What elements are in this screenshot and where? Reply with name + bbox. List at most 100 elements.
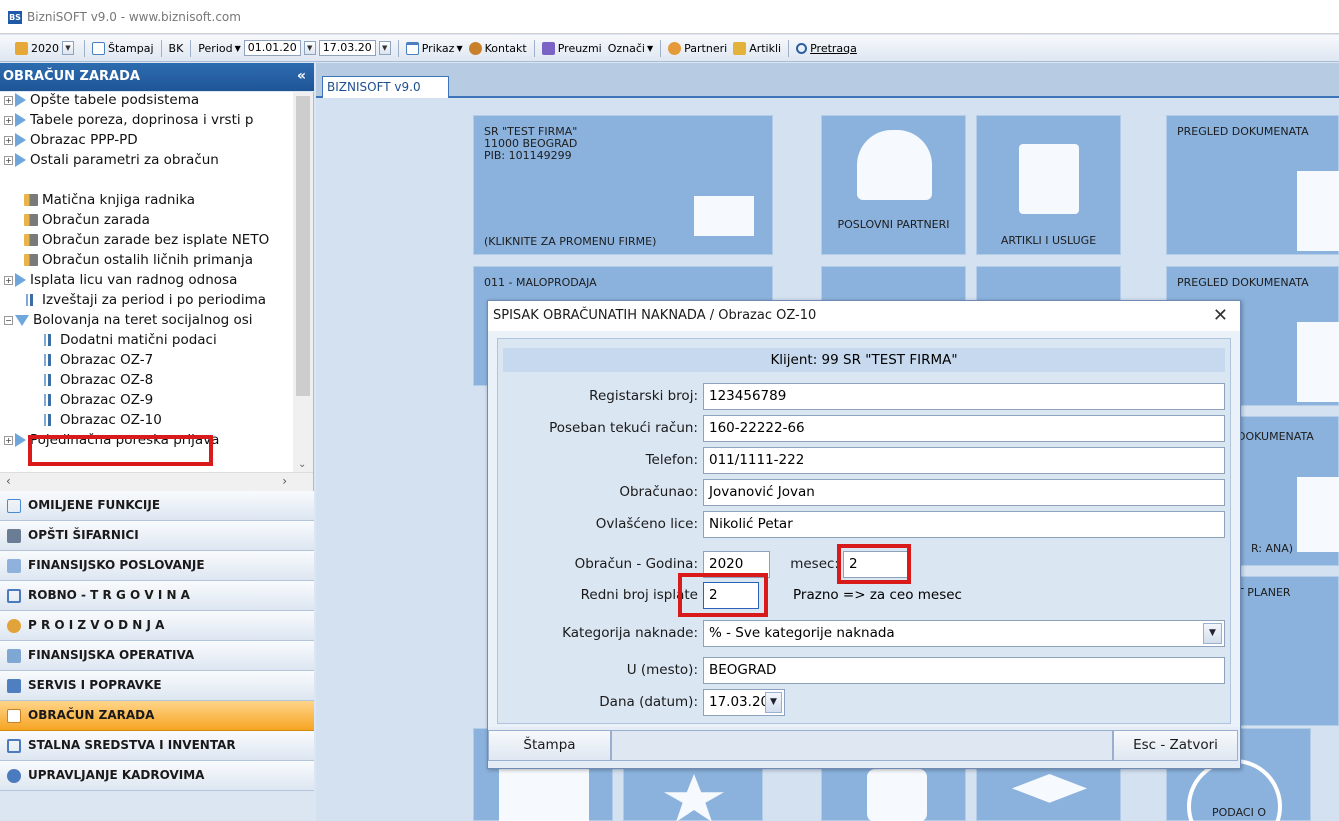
bk-button[interactable]: BK: [166, 38, 187, 58]
star-icon: [664, 774, 724, 821]
tree-item-selected[interactable]: Obrazac OZ-10: [42, 410, 162, 430]
expand-icon[interactable]: +: [4, 155, 13, 165]
authorized-field[interactable]: Nikolić Petar: [703, 511, 1225, 538]
chevron-down-icon[interactable]: ⌄: [298, 459, 306, 470]
period-button[interactable]: Period ▼: [195, 38, 243, 58]
contact-button[interactable]: Kontakt: [466, 38, 530, 58]
chevron-down-icon[interactable]: ▼: [1203, 623, 1222, 644]
triangle-icon: [15, 433, 26, 447]
tree-item[interactable]: + Tabele poreza, doprinosa i vrsti p: [4, 110, 253, 130]
tile-docs-1[interactable]: PREGLED DOKUMENATA: [1166, 115, 1339, 255]
place-label: U (mesto):: [626, 662, 698, 678]
phone-field[interactable]: 011/1111-222: [703, 447, 1225, 474]
expand-icon[interactable]: +: [4, 95, 13, 105]
horizontal-scrollbar[interactable]: ‹ ›: [0, 472, 313, 492]
mark-label: Označi: [607, 41, 645, 55]
nav-stalna-sredstva[interactable]: STALNA SREDSTVA I INVENTAR: [0, 731, 314, 761]
close-icon[interactable]: ✕: [1213, 305, 1228, 326]
authorized-label: Ovlašćeno lice:: [595, 516, 698, 532]
tree-item[interactable]: Obračun zarade bez isplate NETO: [24, 230, 269, 250]
grid-icon: [7, 559, 21, 573]
print-button[interactable]: Štampa: [488, 730, 611, 761]
tree-item[interactable]: Obrazac OZ-9: [42, 390, 153, 410]
calculated-by-field[interactable]: Jovanović Jovan: [703, 479, 1225, 506]
tile-firm[interactable]: SR "TEST FIRMA" 11000 BEOGRAD PIB: 10114…: [473, 115, 773, 255]
vertical-scrollbar[interactable]: ⌄: [293, 92, 313, 472]
download-button[interactable]: Preuzmi: [539, 38, 605, 58]
nav-servis-i-popravke[interactable]: SERVIS I POPRAVKE: [0, 671, 314, 701]
nav-omiljene-funkcije[interactable]: OMILJENE FUNKCIJE: [0, 491, 314, 521]
tree-item[interactable]: − Bolovanja na teret socijalnog osi: [4, 310, 253, 330]
box-icon: [7, 589, 21, 603]
bk-label: BK: [168, 41, 184, 55]
expand-icon[interactable]: +: [4, 135, 13, 145]
highlight-box: [678, 573, 768, 617]
nav-obracun-zarada[interactable]: OBRAČUN ZARADA: [0, 701, 314, 731]
window-titlebar: BS BizniSOFT v9.0 - www.biznisoft.com: [0, 0, 1339, 34]
collapse-sidebar-button[interactable]: «: [297, 68, 306, 84]
tree-item-label: Obračun zarade bez isplate NETO: [42, 232, 270, 248]
nav-finansijska-operativa[interactable]: FINANSIJSKA OPERATIVA: [0, 641, 314, 671]
nav-robno-trgovina[interactable]: ROBNO - T R G O V I N A: [0, 581, 314, 611]
expand-icon[interactable]: +: [4, 275, 13, 285]
info-label: PODACI O: [1212, 806, 1266, 819]
tree-item[interactable]: Matična knjiga radnika: [24, 190, 195, 210]
chevron-down-icon[interactable]: ▼: [62, 41, 74, 55]
mark-button[interactable]: Označi ▼: [605, 38, 656, 58]
date-from-dropdown-icon[interactable]: ▼: [303, 41, 316, 55]
account-field[interactable]: 160-22222-66: [703, 415, 1225, 442]
dialog-title-text: SPISAK OBRAČUNATIH NAKNADA / Obrazac OZ-…: [493, 308, 817, 323]
nav-finansijsko-poslovanje[interactable]: FINANSIJSKO POSLOVANJE: [0, 551, 314, 581]
period-label: Period: [198, 41, 233, 55]
contact-label: Kontakt: [484, 41, 527, 55]
articles-button[interactable]: Artikli: [730, 38, 784, 58]
expand-icon[interactable]: +: [4, 115, 13, 125]
tree-item[interactable]: Obračun zarada: [24, 210, 150, 230]
tree-item[interactable]: + Ostali parametri za obračun: [4, 150, 219, 170]
place-field[interactable]: BEOGRAD: [703, 657, 1225, 684]
date-field[interactable]: 17.03.20 ▼: [703, 689, 785, 716]
date-to-field[interactable]: 17.03.20: [318, 40, 376, 56]
tree-item[interactable]: Obrazac OZ-7: [42, 350, 153, 370]
nav-upravljanje-kadrovima[interactable]: UPRAVLJANJE KADROVIMA: [0, 761, 314, 791]
tree-item[interactable]: + Obrazac PPP-PD: [4, 130, 138, 150]
scroll-thumb[interactable]: [296, 96, 310, 396]
date-from-field[interactable]: 01.01.20: [243, 40, 301, 56]
chevron-down-icon[interactable]: ▼: [765, 692, 782, 713]
nav-proizvodnja[interactable]: P R O I Z V O D N J A: [0, 611, 314, 641]
category-select[interactable]: % - Sve kategorije naknada ▼: [703, 620, 1225, 647]
window-icon: [405, 41, 419, 55]
footer-spacer: [611, 730, 1113, 761]
expand-icon[interactable]: +: [4, 435, 13, 445]
shopping-bag-icon: [1019, 144, 1079, 214]
date-to-dropdown-icon[interactable]: ▼: [378, 41, 391, 55]
tile-partners[interactable]: POSLOVNI PARTNERI: [821, 115, 966, 255]
payment-hint: Prazno => za ceo mesec: [793, 587, 962, 603]
nav-opsti-sifarnici[interactable]: OPŠTI ŠIFARNICI: [0, 521, 314, 551]
document-icon: [24, 214, 38, 226]
chevron-right-icon[interactable]: ›: [282, 474, 287, 488]
view-button[interactable]: Prikaz ▼: [403, 38, 466, 58]
tree-item[interactable]: Obrazac OZ-8: [42, 370, 153, 390]
report-icon: [42, 374, 54, 386]
chevron-left-icon[interactable]: ‹: [6, 474, 11, 488]
reg-number-field[interactable]: 123456789: [703, 383, 1225, 410]
year-selector[interactable]: 2020 ▼: [12, 38, 80, 58]
tab-biznisoft[interactable]: BIZNISOFT v9.0: [322, 76, 449, 98]
close-button[interactable]: Esc - Zatvori: [1113, 730, 1238, 761]
account-label: Poseban tekući račun:: [549, 420, 698, 436]
nav-label: ROBNO - T R G O V I N A: [28, 588, 190, 602]
search-button[interactable]: Pretraga: [793, 38, 860, 58]
tree-item[interactable]: Obračun ostalih ličnih primanja: [24, 250, 253, 270]
collapse-icon[interactable]: −: [4, 315, 13, 325]
articles-label: ARTIKLI I USLUGE: [1000, 234, 1097, 247]
download-label: Preuzmi: [557, 41, 602, 55]
tree-item[interactable]: + Isplata licu van radnog odnosa: [4, 270, 237, 290]
tree-item[interactable]: + Opšte tabele podsistema: [4, 92, 199, 110]
tree-item[interactable]: Izveštaji za period i po periodima: [24, 290, 266, 310]
partners-button[interactable]: Partneri: [665, 38, 730, 58]
print-button[interactable]: Štampaj: [89, 38, 157, 58]
tree-item[interactable]: Dodatni matični podaci: [42, 330, 217, 350]
document-icon: [1297, 477, 1339, 552]
tile-articles[interactable]: ARTIKLI I USLUGE: [976, 115, 1121, 255]
